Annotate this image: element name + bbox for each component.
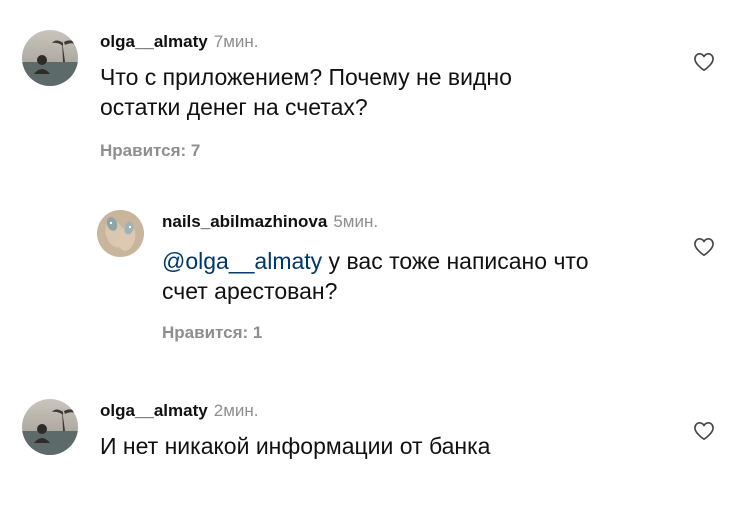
heart-outline-icon[interactable]	[693, 237, 715, 257]
likes-count[interactable]: Нравится: 7	[100, 141, 200, 161]
comment-text: Что с приложением? Почему не видно остат…	[100, 64, 512, 120]
comment-text: @olga__almaty у вас тоже написано что сч…	[162, 248, 589, 304]
comment-timestamp: 5мин.	[333, 212, 379, 231]
avatar[interactable]	[22, 399, 78, 455]
avatar[interactable]	[97, 210, 144, 257]
avatar[interactable]	[22, 30, 78, 86]
comment-timestamp: 2мин.	[213, 401, 259, 420]
mention-link[interactable]: @olga__almaty	[162, 248, 322, 274]
comment-username[interactable]: olga__almaty 2мин.	[100, 401, 258, 421]
heart-outline-icon[interactable]	[693, 52, 715, 72]
comment-timestamp: 7мин.	[213, 32, 259, 51]
heart-outline-icon[interactable]	[693, 421, 715, 441]
comment-text: И нет никакой информации от банка	[100, 433, 491, 459]
comment-username[interactable]: nails_abilmazhinova 5мин.	[162, 212, 378, 232]
comment-username[interactable]: olga__almaty 7мин.	[100, 32, 258, 52]
likes-count[interactable]: Нравится: 1	[162, 323, 262, 343]
